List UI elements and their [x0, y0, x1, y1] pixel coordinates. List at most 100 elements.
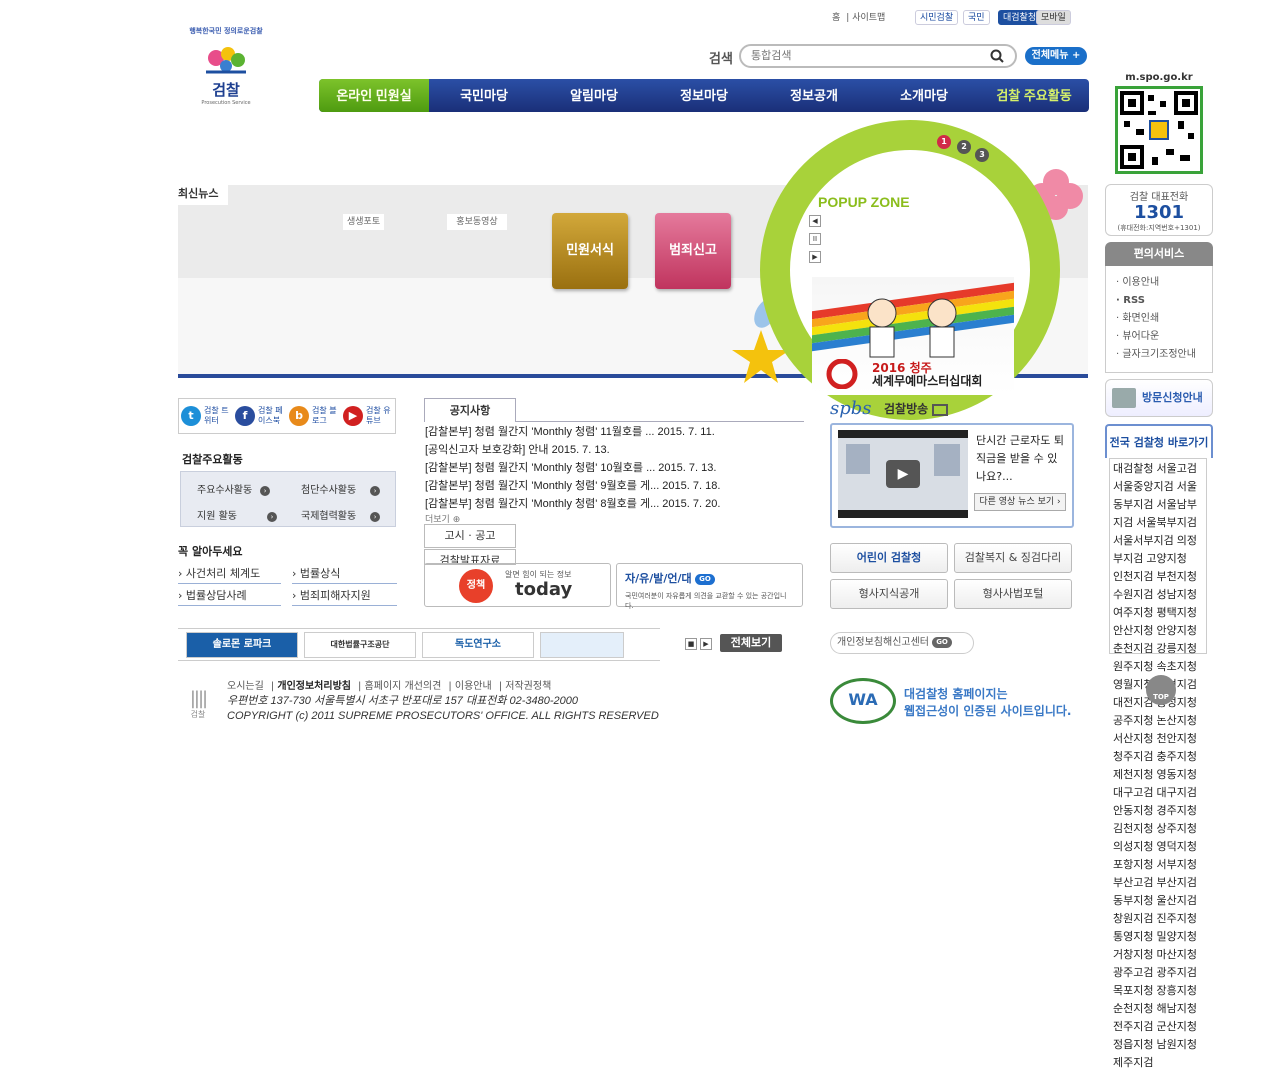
- nav-activities[interactable]: 검찰 주요활동: [979, 79, 1089, 112]
- logo[interactable]: 행복한국민 정의로운검찰 검찰 Prosecution Service: [178, 26, 274, 116]
- office-link-row[interactable]: 수원지검 성남지청: [1113, 586, 1209, 604]
- footer-link[interactable]: 저작권정책: [505, 681, 551, 692]
- popup-dot-3[interactable]: 3: [975, 148, 989, 162]
- office-link-row[interactable]: 공주지청 논산지청: [1113, 712, 1209, 730]
- partner-solomon[interactable]: 솔로몬 로파크: [186, 631, 298, 658]
- footer-link-privacy[interactable]: 개인정보처리방침: [277, 681, 351, 692]
- next-icon[interactable]: ▶: [700, 638, 712, 650]
- must-know-item[interactable]: › 법률상담사례: [178, 586, 281, 606]
- kids-button[interactable]: 어린이 검찰청: [830, 543, 948, 573]
- office-link-row[interactable]: 동부지검 서울남부: [1113, 496, 1209, 514]
- office-link-row[interactable]: 여주지청 평택지청: [1113, 604, 1209, 622]
- must-know-item[interactable]: › 법률상식: [292, 564, 397, 584]
- activity-investigation[interactable]: 주요수사활동 ›: [197, 481, 271, 496]
- office-link-row[interactable]: 안동지청 경주지청: [1113, 802, 1209, 820]
- conv-item[interactable]: · 화면인쇄: [1116, 310, 1212, 328]
- notice-item[interactable]: [감찰본부] 청렴 월간지 'Monthly 청렴' 8월호를 게... 201…: [425, 495, 720, 513]
- footer-link[interactable]: 이용안내: [455, 681, 492, 692]
- office-link-row[interactable]: 정읍지청 남원지청: [1113, 1036, 1209, 1054]
- office-link-row[interactable]: 김천지청 상주지청: [1113, 820, 1209, 838]
- tab-notice[interactable]: 공지사항: [424, 398, 516, 422]
- video-title[interactable]: 단시간 근로자도 퇴직금을 받을 수 있나요?...: [976, 432, 1066, 486]
- office-link-row[interactable]: 동부지청 울산지검: [1113, 892, 1209, 910]
- home-link[interactable]: 홈: [832, 13, 840, 23]
- office-link-row[interactable]: 의성지청 영덕지청: [1113, 838, 1209, 856]
- notice-item[interactable]: [감찰본부] 청렴 월간지 'Monthly 청렴' 11월호를 ... 201…: [425, 423, 715, 441]
- conv-item-rss[interactable]: · RSS: [1116, 292, 1212, 310]
- office-link-row[interactable]: 안산지청 안양지청: [1113, 622, 1209, 640]
- video-thumbnail[interactable]: ▶: [838, 430, 968, 518]
- search-input[interactable]: [739, 44, 1017, 68]
- office-link-row[interactable]: 창원지검 진주지청: [1113, 910, 1209, 928]
- activity-hightech[interactable]: 첨단수사활동 ›: [301, 481, 381, 496]
- conv-item[interactable]: · 글자크기조정안내: [1116, 346, 1212, 364]
- view-all-button[interactable]: 전체보기: [720, 634, 782, 652]
- social-youtube[interactable]: ▶ 검찰 유튜브: [341, 399, 395, 433]
- partner-banner[interactable]: [540, 631, 624, 658]
- partner-dokdo[interactable]: 독도연구소: [422, 631, 534, 658]
- search-icon[interactable]: [990, 49, 1004, 63]
- office-link-row[interactable]: 포항지청 서부지청: [1113, 856, 1209, 874]
- criminal-portal-button[interactable]: 형사사법포털: [954, 579, 1072, 609]
- popup-next-icon[interactable]: ▶: [809, 251, 821, 263]
- office-link-row[interactable]: 서울서부지검 의정: [1113, 532, 1209, 550]
- privacy-center-button[interactable]: 개인정보침해신고센터 GO: [830, 632, 974, 654]
- office-link-row[interactable]: 서울중앙지검 서울: [1113, 478, 1209, 496]
- tab-photo[interactable]: 생생포토: [343, 214, 385, 230]
- must-know-item[interactable]: › 범죄피해자지원: [292, 586, 397, 606]
- free-speech-banner[interactable]: 자/유/발/언/대 GO 국민여러분이 자유롭게 의견을 교환할 수 있는 공간…: [616, 563, 803, 610]
- stop-icon[interactable]: ■: [685, 638, 697, 650]
- activity-support[interactable]: 지원 활동 ›: [197, 507, 277, 522]
- office-link-row[interactable]: 제천지청 영동지청: [1113, 766, 1209, 784]
- office-link-row[interactable]: 인천지검 부천지청: [1113, 568, 1209, 586]
- popup-prev-icon[interactable]: ◀: [809, 215, 821, 227]
- office-link-row[interactable]: 제주지검: [1113, 1054, 1209, 1072]
- social-facebook[interactable]: f 검찰 페이스북: [233, 399, 287, 433]
- popup-banner[interactable]: 2016 청주 세계무예마스터십대회: [812, 277, 1014, 395]
- nav-info[interactable]: 정보마당: [649, 79, 759, 112]
- office-link-row[interactable]: 목포지청 장흥지청: [1113, 982, 1209, 1000]
- office-link-row[interactable]: 거창지청 마산지청: [1113, 946, 1209, 964]
- criminal-knowledge-button[interactable]: 형사지식공개: [830, 579, 948, 609]
- office-link-row[interactable]: 대구고검 대구지검: [1113, 784, 1209, 802]
- policy-today-banner[interactable]: 정책 알면 힘이 되는 정보 today: [424, 563, 611, 607]
- citizen-button[interactable]: 시민검찰: [915, 10, 959, 25]
- spo-button[interactable]: 대검찰청: [998, 10, 1042, 25]
- conv-item[interactable]: · 이용안내: [1116, 274, 1212, 292]
- notice-item[interactable]: [감찰본부] 청렴 월간지 'Monthly 청렴' 10월호를 ... 201…: [425, 459, 716, 477]
- nav-notice[interactable]: 알림마당: [539, 79, 649, 112]
- popup-dot-2[interactable]: 2: [957, 140, 971, 154]
- notice-item[interactable]: [공익신고자 보호강화] 안내 2015. 7. 13.: [425, 441, 610, 459]
- social-twitter[interactable]: t 검찰 트위터: [179, 399, 233, 433]
- popup-dot-1[interactable]: 1: [937, 135, 951, 149]
- office-link-row[interactable]: 원주지청 속초지청: [1113, 658, 1209, 676]
- popup-pause-icon[interactable]: II: [809, 233, 821, 245]
- social-blog[interactable]: b 검찰 블로그: [287, 399, 341, 433]
- nav-disclosure[interactable]: 정보공개: [759, 79, 869, 112]
- office-link-row[interactable]: 춘천지검 강릉지청: [1113, 640, 1209, 658]
- office-link-row[interactable]: 서산지청 천안지청: [1113, 730, 1209, 748]
- tab-announcement[interactable]: 고시 · 공고: [424, 524, 516, 548]
- must-know-item[interactable]: › 사건처리 체계도: [178, 564, 281, 584]
- partner-legal-aid[interactable]: 대한법률구조공단: [304, 631, 416, 658]
- office-link-row[interactable]: 부산고검 부산지검: [1113, 874, 1209, 892]
- mobile-button[interactable]: 모바일: [1036, 10, 1071, 25]
- tab-video[interactable]: 홍보동영상: [447, 214, 507, 230]
- crime-report-button[interactable]: 범죄신고: [655, 213, 731, 289]
- office-link-row[interactable]: 전주지검 군산지청: [1113, 1018, 1209, 1036]
- notice-item[interactable]: [감찰본부] 청렴 월간지 'Monthly 청렴' 9월호를 게... 201…: [425, 477, 720, 495]
- nav-online-civil[interactable]: 온라인 민원실: [319, 79, 429, 112]
- office-link-row[interactable]: 대검찰청 서울고검: [1113, 460, 1209, 478]
- activity-international[interactable]: 국제협력활동 ›: [301, 507, 381, 522]
- office-link-row[interactable]: 통영지청 밀양지청: [1113, 928, 1209, 946]
- sitemap-link[interactable]: 사이트맵: [852, 13, 885, 23]
- footer-link[interactable]: 오시는길: [227, 681, 264, 692]
- office-link-row[interactable]: 광주고검 광주지검: [1113, 964, 1209, 982]
- nation-button[interactable]: 국민: [963, 10, 990, 25]
- civil-form-button[interactable]: 민원서식: [552, 213, 628, 289]
- welfare-button[interactable]: 검찰복지 & 징검다리: [954, 543, 1072, 573]
- office-link-row[interactable]: 부지검 고양지청: [1113, 550, 1209, 568]
- footer-link[interactable]: 홈페이지 개선의견: [365, 681, 442, 692]
- scroll-top-button[interactable]: TOP: [1146, 675, 1176, 705]
- more-videos-button[interactable]: 다른 영상 뉴스 보기 ›: [974, 493, 1066, 511]
